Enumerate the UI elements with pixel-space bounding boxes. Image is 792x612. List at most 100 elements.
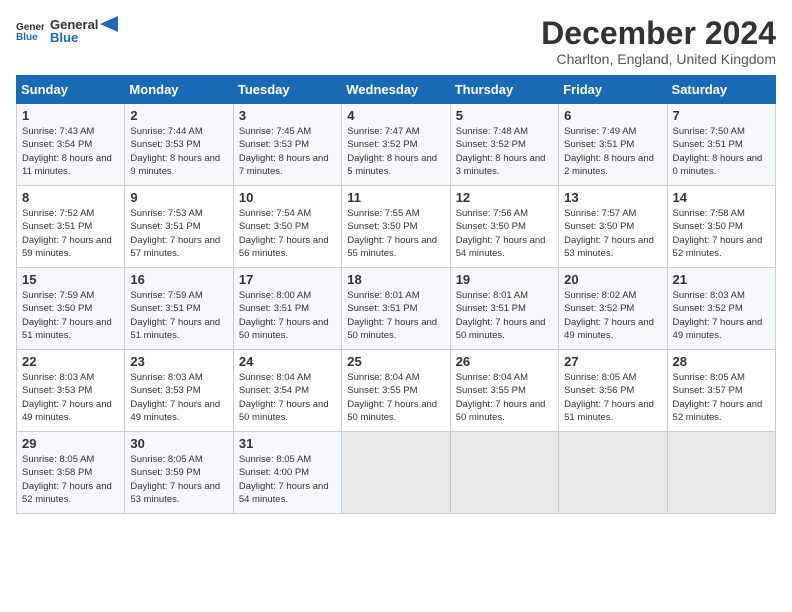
day-number: 9 (130, 190, 227, 205)
day-number: 24 (239, 354, 336, 369)
week-row-1: 1 Sunrise: 7:43 AMSunset: 3:54 PMDaylight… (17, 104, 776, 186)
logo-icon: General Blue (16, 20, 44, 42)
calendar-cell: 27Sunrise: 8:05 AMSunset: 3:56 PMDayligh… (559, 350, 667, 432)
day-number: 8 (22, 190, 119, 205)
location-subtitle: Charlton, England, United Kingdom (541, 51, 776, 67)
day-number: 10 (239, 190, 336, 205)
day-number: 12 (456, 190, 553, 205)
logo-blue: Blue (50, 30, 78, 45)
day-number: 28 (673, 354, 770, 369)
calendar-cell: 5Sunrise: 7:48 AMSunset: 3:52 PMDaylight… (450, 104, 558, 186)
logo-arrow-icon (100, 16, 118, 32)
day-number: 2 (130, 108, 227, 123)
day-detail: Sunrise: 7:56 AMSunset: 3:50 PMDaylight:… (456, 208, 546, 259)
calendar-cell: 13 Sunrise: 7:57 AMSunset: 3:50 PMDayligh… (559, 186, 667, 268)
calendar-cell: 18Sunrise: 8:01 AMSunset: 3:51 PMDayligh… (342, 268, 450, 350)
day-number: 16 (130, 272, 227, 287)
day-detail: Sunrise: 7:57 AMSunset: 3:50 PMDaylight:… (564, 208, 654, 259)
calendar-cell: 24 Sunrise: 8:04 AMSunset: 3:54 PMDayligh… (233, 350, 341, 432)
day-number: 3 (239, 108, 336, 123)
day-number: 25 (347, 354, 444, 369)
calendar-cell: 14 Sunrise: 7:58 AMSunset: 3:50 PMDayligh… (667, 186, 775, 268)
day-number: 21 (673, 272, 770, 287)
calendar-cell: 4 Sunrise: 7:47 AMSunset: 3:52 PMDaylight… (342, 104, 450, 186)
calendar-cell (559, 432, 667, 514)
day-number: 31 (239, 436, 336, 451)
calendar-cell (450, 432, 558, 514)
calendar-header-row: SundayMondayTuesdayWednesdayThursdayFrid… (17, 76, 776, 104)
column-header-monday: Monday (125, 76, 233, 104)
day-number: 29 (22, 436, 119, 451)
logo: General Blue General Blue (16, 16, 118, 45)
calendar-cell: 8Sunrise: 7:52 AMSunset: 3:51 PMDaylight… (17, 186, 125, 268)
calendar-cell: 10 Sunrise: 7:54 AMSunset: 3:50 PMDayligh… (233, 186, 341, 268)
calendar-cell (667, 432, 775, 514)
day-detail: Sunrise: 8:04 AMSunset: 3:55 PMDaylight:… (347, 372, 437, 423)
day-detail: Sunrise: 7:44 AMSunset: 3:53 PMDaylight:… (130, 126, 220, 177)
day-detail: Sunrise: 7:53 AMSunset: 3:51 PMDaylight:… (130, 208, 220, 259)
calendar-cell: 21 Sunrise: 8:03 AMSunset: 3:52 PMDayligh… (667, 268, 775, 350)
day-detail: Sunrise: 8:05 AMSunset: 3:57 PMDaylight:… (673, 372, 763, 423)
calendar-cell: 20Sunrise: 8:02 AMSunset: 3:52 PMDayligh… (559, 268, 667, 350)
svg-text:Blue: Blue (16, 32, 38, 42)
day-number: 1 (22, 108, 119, 123)
calendar-cell: 16 Sunrise: 7:59 AMSunset: 3:51 PMDayligh… (125, 268, 233, 350)
column-header-sunday: Sunday (17, 76, 125, 104)
day-number: 17 (239, 272, 336, 287)
day-detail: Sunrise: 7:47 AMSunset: 3:52 PMDaylight:… (347, 126, 437, 177)
page-header: General Blue General Blue December 2024 … (16, 16, 776, 67)
day-detail: Sunrise: 8:05 AMSunset: 3:56 PMDaylight:… (564, 372, 654, 423)
column-header-saturday: Saturday (667, 76, 775, 104)
day-detail: Sunrise: 8:00 AMSunset: 3:51 PMDaylight:… (239, 290, 329, 341)
day-number: 22 (22, 354, 119, 369)
day-detail: Sunrise: 7:58 AMSunset: 3:50 PMDaylight:… (673, 208, 763, 259)
day-number: 15 (22, 272, 119, 287)
day-number: 13 (564, 190, 661, 205)
calendar-cell: 30Sunrise: 8:05 AMSunset: 3:59 PMDayligh… (125, 432, 233, 514)
week-row-4: 22 Sunrise: 8:03 AMSunset: 3:53 PMDayligh… (17, 350, 776, 432)
day-detail: Sunrise: 8:04 AMSunset: 3:54 PMDaylight:… (239, 372, 329, 423)
column-header-tuesday: Tuesday (233, 76, 341, 104)
day-detail: Sunrise: 7:55 AMSunset: 3:50 PMDaylight:… (347, 208, 437, 259)
calendar-cell: 29Sunrise: 8:05 AMSunset: 3:58 PMDayligh… (17, 432, 125, 514)
day-detail: Sunrise: 8:04 AMSunset: 3:55 PMDaylight:… (456, 372, 546, 423)
day-number: 4 (347, 108, 444, 123)
week-row-2: 8Sunrise: 7:52 AMSunset: 3:51 PMDaylight… (17, 186, 776, 268)
calendar-cell: 25 Sunrise: 8:04 AMSunset: 3:55 PMDayligh… (342, 350, 450, 432)
calendar-cell: 19Sunrise: 8:01 AMSunset: 3:51 PMDayligh… (450, 268, 558, 350)
calendar-cell: 26 Sunrise: 8:04 AMSunset: 3:55 PMDayligh… (450, 350, 558, 432)
day-detail: Sunrise: 8:02 AMSunset: 3:52 PMDaylight:… (564, 290, 654, 341)
calendar-cell: 11Sunrise: 7:55 AMSunset: 3:50 PMDayligh… (342, 186, 450, 268)
column-header-thursday: Thursday (450, 76, 558, 104)
calendar-cell (342, 432, 450, 514)
week-row-3: 15Sunrise: 7:59 AMSunset: 3:50 PMDayligh… (17, 268, 776, 350)
day-number: 6 (564, 108, 661, 123)
calendar-cell: 22 Sunrise: 8:03 AMSunset: 3:53 PMDayligh… (17, 350, 125, 432)
title-area: December 2024 Charlton, England, United … (541, 16, 776, 67)
calendar-cell: 7Sunrise: 7:50 AMSunset: 3:51 PMDaylight… (667, 104, 775, 186)
column-header-friday: Friday (559, 76, 667, 104)
day-detail: Sunrise: 7:54 AMSunset: 3:50 PMDaylight:… (239, 208, 329, 259)
calendar-cell: 17 Sunrise: 8:00 AMSunset: 3:51 PMDayligh… (233, 268, 341, 350)
day-number: 26 (456, 354, 553, 369)
day-detail: Sunrise: 7:49 AMSunset: 3:51 PMDaylight:… (564, 126, 654, 177)
day-detail: Sunrise: 8:03 AMSunset: 3:53 PMDaylight:… (22, 372, 112, 423)
calendar-cell: 3Sunrise: 7:45 AMSunset: 3:53 PMDaylight… (233, 104, 341, 186)
day-detail: Sunrise: 8:01 AMSunset: 3:51 PMDaylight:… (347, 290, 437, 341)
day-detail: Sunrise: 7:43 AMSunset: 3:54 PMDaylight:… (22, 126, 112, 177)
day-detail: Sunrise: 8:03 AMSunset: 3:52 PMDaylight:… (673, 290, 763, 341)
day-number: 14 (673, 190, 770, 205)
day-detail: Sunrise: 8:05 AMSunset: 4:00 PMDaylight:… (239, 454, 329, 505)
day-detail: Sunrise: 7:48 AMSunset: 3:52 PMDaylight:… (456, 126, 546, 177)
week-row-5: 29Sunrise: 8:05 AMSunset: 3:58 PMDayligh… (17, 432, 776, 514)
calendar-cell: 15Sunrise: 7:59 AMSunset: 3:50 PMDayligh… (17, 268, 125, 350)
calendar-cell: 2 Sunrise: 7:44 AMSunset: 3:53 PMDaylight… (125, 104, 233, 186)
day-detail: Sunrise: 8:01 AMSunset: 3:51 PMDaylight:… (456, 290, 546, 341)
calendar-cell: 1 Sunrise: 7:43 AMSunset: 3:54 PMDaylight… (17, 104, 125, 186)
day-number: 23 (130, 354, 227, 369)
day-number: 7 (673, 108, 770, 123)
column-header-wednesday: Wednesday (342, 76, 450, 104)
calendar-cell: 23Sunrise: 8:03 AMSunset: 3:53 PMDayligh… (125, 350, 233, 432)
calendar-cell: 31 Sunrise: 8:05 AMSunset: 4:00 PMDayligh… (233, 432, 341, 514)
day-detail: Sunrise: 7:59 AMSunset: 3:51 PMDaylight:… (130, 290, 220, 341)
